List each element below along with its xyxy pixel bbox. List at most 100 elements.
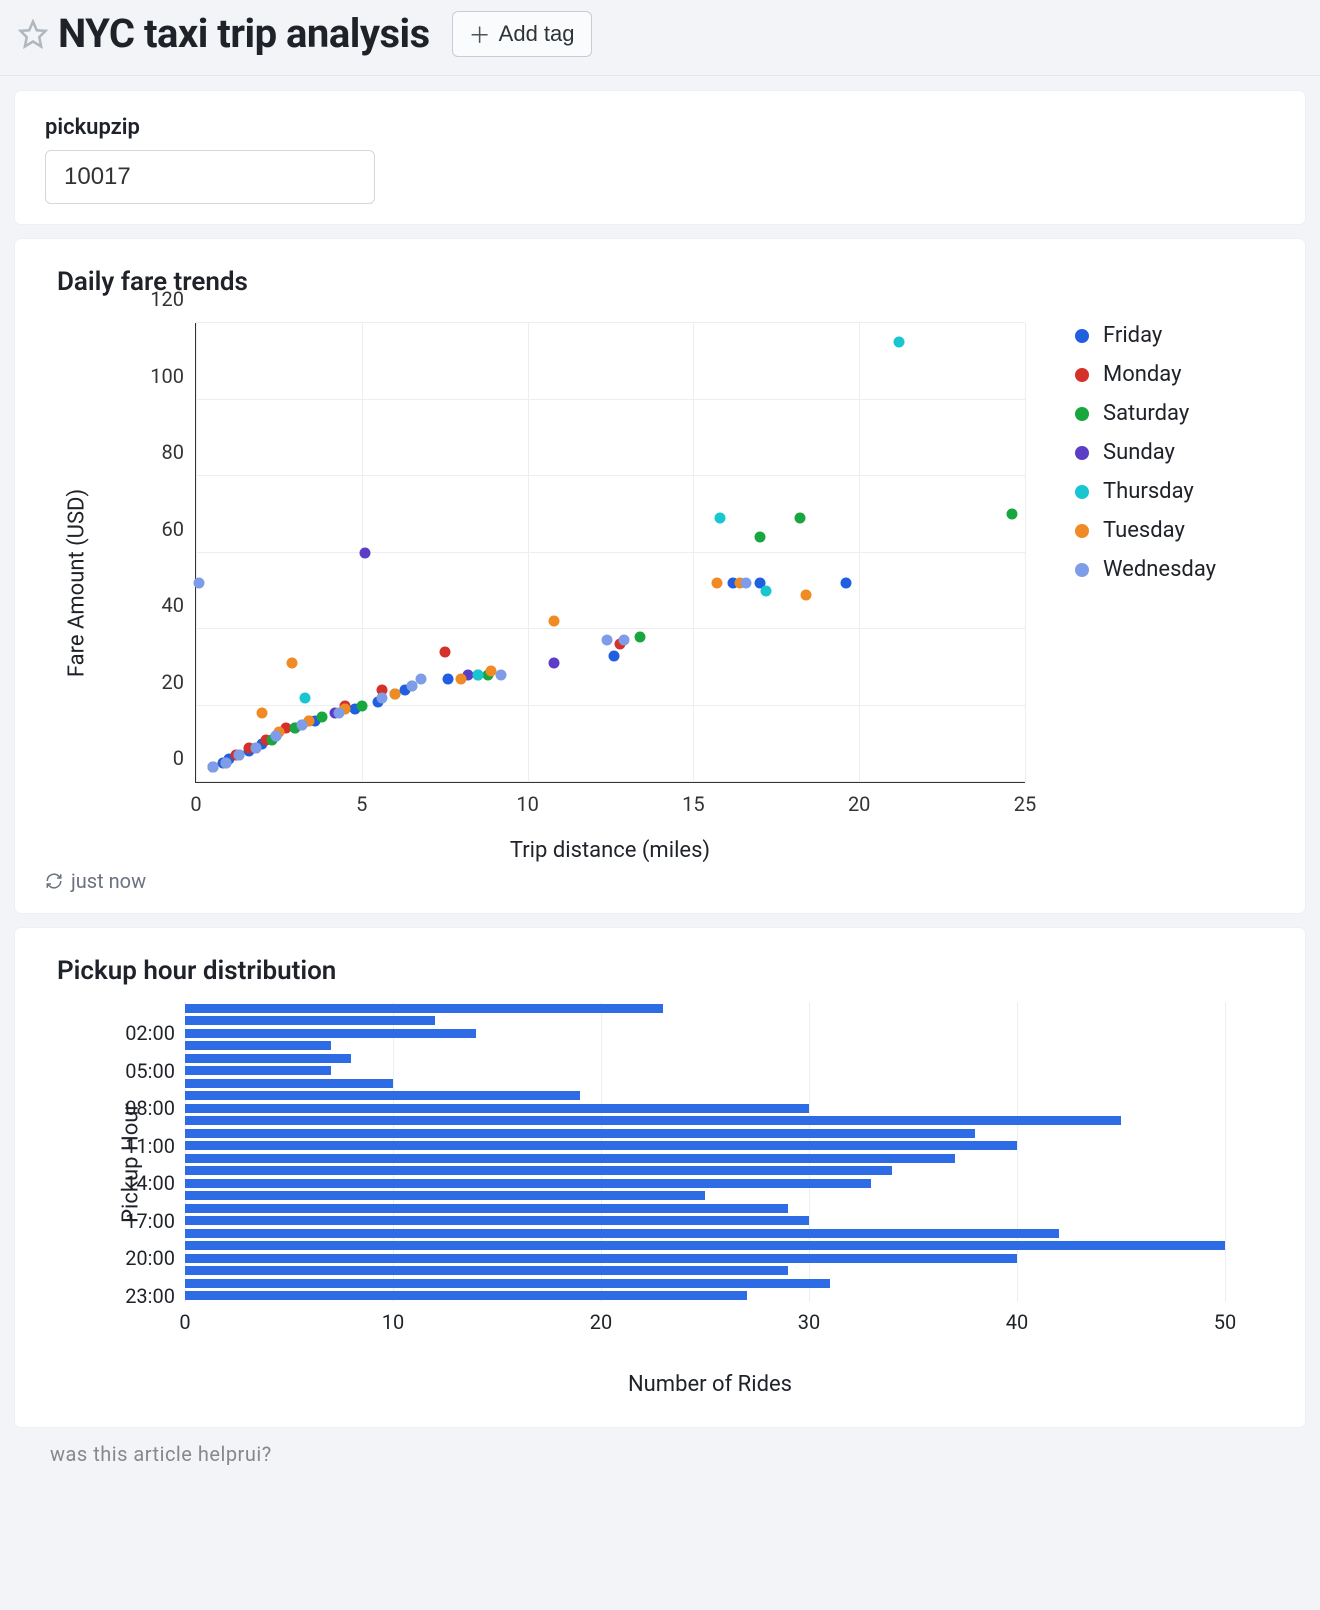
scatter-y-tick: 80 [162,440,196,464]
scatter-x-tick: 25 [1014,782,1036,816]
dashboard-header: NYC taxi trip analysis ＋ Add tag [0,0,1320,76]
legend-dot-icon [1075,563,1089,577]
legend-item[interactable]: Sunday [1075,440,1216,465]
bar [185,1279,830,1288]
scatter-point [389,689,400,700]
favorite-star-icon[interactable] [18,19,48,49]
scatter-point [257,708,268,719]
bar [185,1116,1121,1125]
scatter-point [356,700,367,711]
legend-label: Monday [1103,362,1182,387]
scatter-point [287,658,298,669]
scatter-y-tick: 0 [173,746,196,770]
legend-item[interactable]: Tuesday [1075,518,1216,543]
parameter-card: pickupzip [15,91,1305,224]
bar [185,1091,580,1100]
scatter-point [416,673,427,684]
bar [185,1241,1225,1250]
scatter-point [234,750,245,761]
legend-item[interactable]: Saturday [1075,401,1216,426]
scatter-point [602,635,613,646]
scatter-point [711,578,722,589]
scatter-point [220,757,231,768]
scatter-point [270,731,281,742]
scatter-point [618,635,629,646]
pickupzip-input[interactable] [45,150,375,204]
bar-y-tick: 05:00 [125,1059,185,1083]
bar-y-tick: 14:00 [125,1171,185,1195]
legend-label: Saturday [1103,401,1189,426]
scatter-legend: Friday Monday Saturday Sunday Thursday Tuesda… [1045,303,1216,863]
scatter-point [801,589,812,600]
scatter-point [608,650,619,661]
bar-y-tick: 17:00 [125,1209,185,1233]
bar-y-axis-label: Pickup Hour [118,1103,143,1223]
legend-dot-icon [1075,446,1089,460]
bar-x-tick: 30 [798,1302,820,1334]
scatter-point [840,578,851,589]
legend-item[interactable]: Wednesday [1075,557,1216,582]
scatter-y-tick: 60 [162,517,196,541]
bar [185,1204,788,1213]
legend-dot-icon [1075,524,1089,538]
bar [185,1004,663,1013]
scatter-point [406,681,417,692]
scatter-y-tick: 20 [162,670,196,694]
legend-dot-icon [1075,485,1089,499]
pickup-hour-card: Pickup hour distribution Pickup Hour 010… [15,928,1305,1427]
cutoff-footer-text: was this article helprui? [0,1442,1320,1468]
bar-chart[interactable]: Pickup Hour 0102030405002:0005:0008:0011… [55,992,1255,1372]
scatter-y-axis-label: Fare Amount (USD) [65,489,90,677]
scatter-point [635,631,646,642]
legend-item[interactable]: Friday [1075,323,1216,348]
daily-fare-trends-card: Daily fare trends Fare Amount (USD) 0510… [15,239,1305,913]
scatter-point [250,742,261,753]
legend-label: Thursday [1103,479,1194,504]
param-label-pickupzip: pickupzip [45,115,1275,140]
scatter-x-tick: 0 [190,782,201,816]
scatter-point [194,578,205,589]
scatter-point [333,708,344,719]
bar [185,1216,809,1225]
bar-x-tick: 10 [382,1302,404,1334]
legend-item[interactable]: Thursday [1075,479,1216,504]
bar-y-tick: 11:00 [125,1134,185,1158]
scatter-point [761,585,772,596]
legend-label: Friday [1103,323,1162,348]
scatter-point [472,669,483,680]
refresh-icon [45,872,63,890]
legend-label: Sunday [1103,440,1175,465]
scatter-chart[interactable]: Fare Amount (USD) 0510152025020406080100… [45,303,1045,863]
scatter-y-tick: 120 [150,287,196,311]
bar [185,1166,892,1175]
legend-item[interactable]: Monday [1075,362,1216,387]
page-title: NYC taxi trip analysis [58,10,430,57]
scatter-y-tick: 40 [162,593,196,617]
bar [185,1104,809,1113]
bar-y-tick: 20:00 [125,1246,185,1270]
scatter-point [714,513,725,524]
legend-dot-icon [1075,329,1089,343]
refresh-status[interactable]: just now [45,869,1275,893]
scatter-point [794,513,805,524]
bar-x-tick: 50 [1214,1302,1236,1334]
add-tag-button[interactable]: ＋ Add tag [452,11,592,57]
scatter-point [300,692,311,703]
bar-y-tick: 02:00 [125,1021,185,1045]
refresh-text: just now [71,869,146,893]
legend-dot-icon [1075,368,1089,382]
legend-dot-icon [1075,407,1089,421]
bar [185,1079,393,1088]
scatter-point [496,669,507,680]
scatter-point [439,646,450,657]
bar [185,1179,871,1188]
legend-label: Wednesday [1103,557,1216,582]
bar-x-axis-label: Number of Rides [145,1372,1275,1397]
scatter-point [741,578,752,589]
scatter-point [893,337,904,348]
bar [185,1266,788,1275]
bar-x-tick: 20 [590,1302,612,1334]
scatter-point [1006,509,1017,520]
scatter-point [549,658,560,669]
scatter-point [297,719,308,730]
